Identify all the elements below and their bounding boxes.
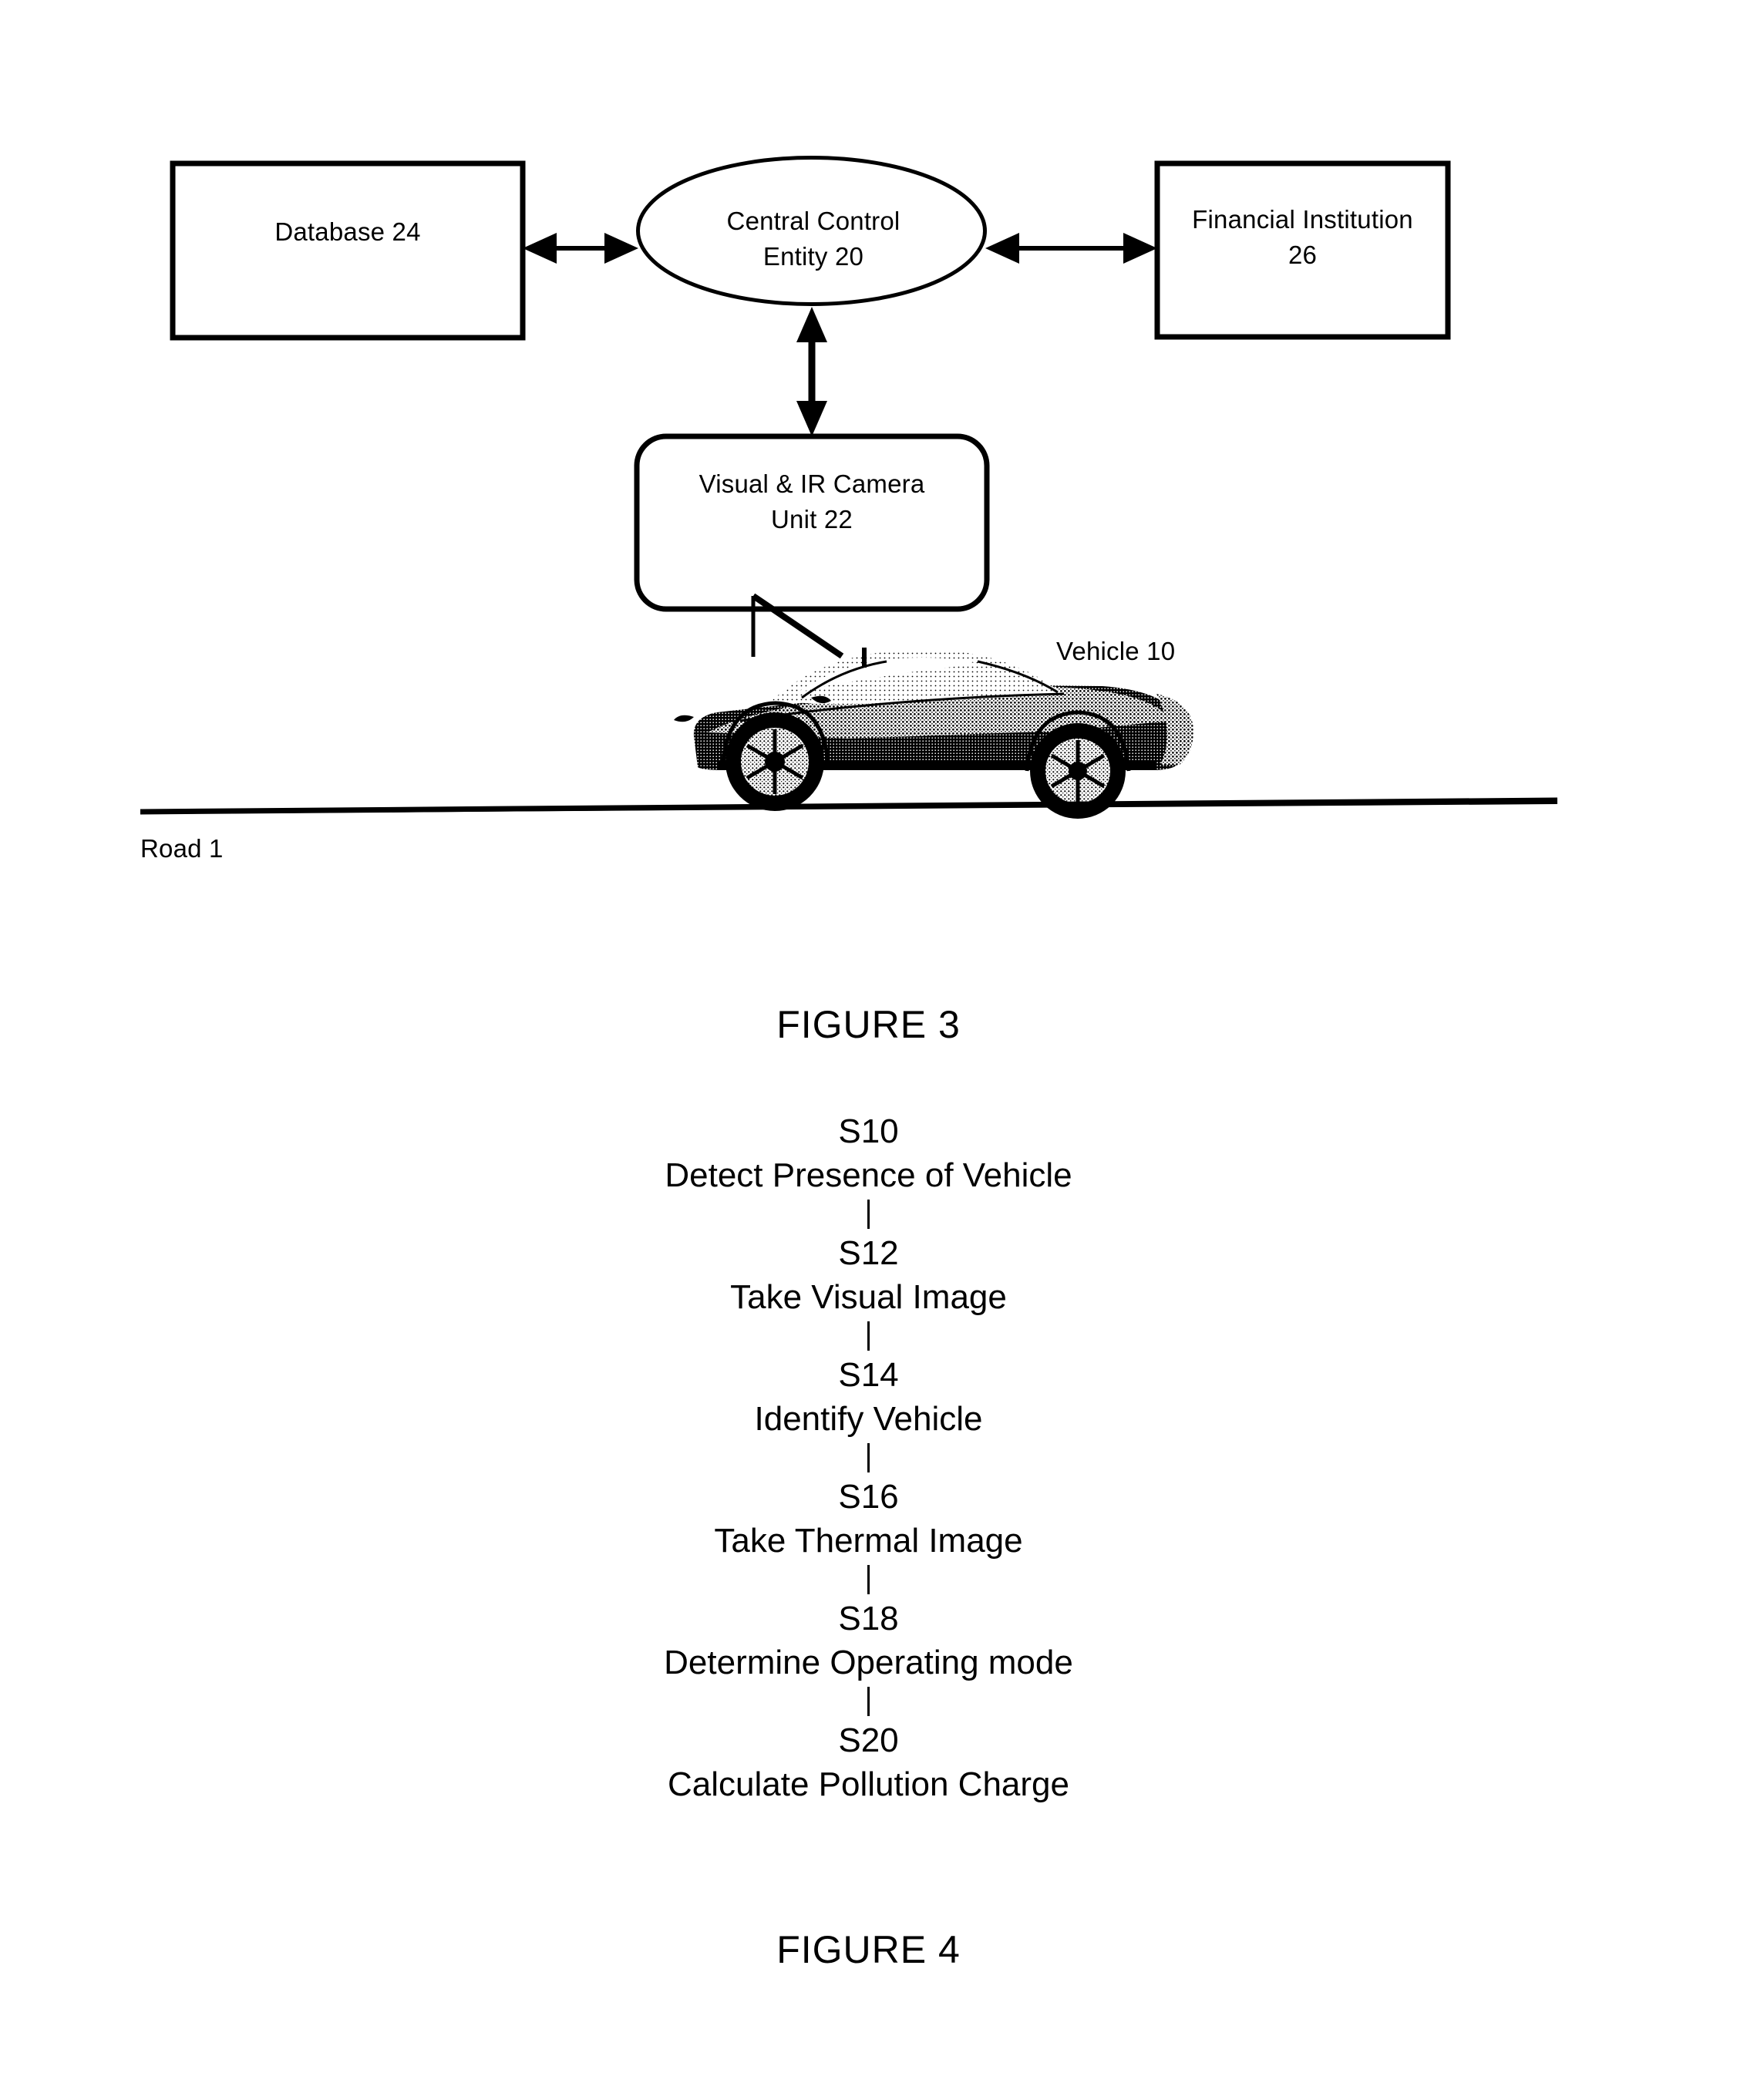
flow-step: S18 Determine Operating mode: [0, 1597, 1737, 1685]
flow-step-text: Identify Vehicle: [754, 1400, 983, 1438]
figure-4-flowchart: S10 Detect Presence of Vehicle S12 Take Vis…: [0, 1110, 1737, 1912]
figure-3-caption: FIGURE 3: [776, 1003, 961, 1046]
flow-step: S12 Take Visual Image: [0, 1232, 1737, 1320]
flow-connector: [867, 1687, 870, 1716]
connector-database-central-control: [523, 233, 638, 264]
flow-connector: [867, 1321, 870, 1351]
connector-central-control-camera-unit: [796, 307, 827, 436]
flow-step-id: S20: [838, 1721, 899, 1759]
database-box: [170, 160, 526, 341]
vehicle-rear-wheel: [725, 712, 824, 811]
camera-unit-box: [634, 433, 990, 612]
flow-step: S16 Take Thermal Image: [0, 1476, 1737, 1563]
flow-step: S14 Identify Vehicle: [0, 1354, 1737, 1442]
flow-step-id: S14: [838, 1356, 899, 1394]
camera-leader-line: [751, 593, 844, 659]
flow-step-id: S18: [838, 1600, 899, 1637]
flow-step-text: Take Visual Image: [730, 1278, 1007, 1316]
flow-connector: [867, 1443, 870, 1472]
flow-step-id: S10: [838, 1112, 899, 1150]
flow-step-text: Detect Presence of Vehicle: [665, 1156, 1072, 1194]
flow-step: S20 Calculate Pollution Charge: [0, 1719, 1737, 1807]
patent-drawing-sheet: Database 24 Central Control Entity 20 Fi…: [0, 0, 1737, 2100]
figure-3-vector-layer: [140, 156, 1558, 819]
connector-central-control-financial-institution: [985, 233, 1157, 264]
figure-3-system-diagram: Database 24 Central Control Entity 20 Fi…: [0, 0, 1737, 1079]
central-control-ellipse: [636, 156, 987, 306]
flow-step-id: S12: [838, 1234, 899, 1272]
flow-connector: [867, 1565, 870, 1594]
flow-step-text: Calculate Pollution Charge: [668, 1765, 1069, 1803]
flow-connector: [867, 1200, 870, 1229]
flow-step: S10 Detect Presence of Vehicle: [0, 1110, 1737, 1198]
flow-step-text: Determine Operating mode: [664, 1644, 1073, 1681]
figure-4-caption: FIGURE 4: [776, 1928, 961, 1971]
vehicle-illustration: [674, 648, 1194, 819]
flowchart-step-list: S10 Detect Presence of Vehicle S12 Take Vis…: [0, 1110, 1737, 1807]
flow-step-id: S16: [838, 1478, 899, 1516]
flow-step-text: Take Thermal Image: [714, 1522, 1023, 1560]
road-line-slope: [140, 797, 1558, 815]
financial-institution-box: [1154, 160, 1451, 340]
